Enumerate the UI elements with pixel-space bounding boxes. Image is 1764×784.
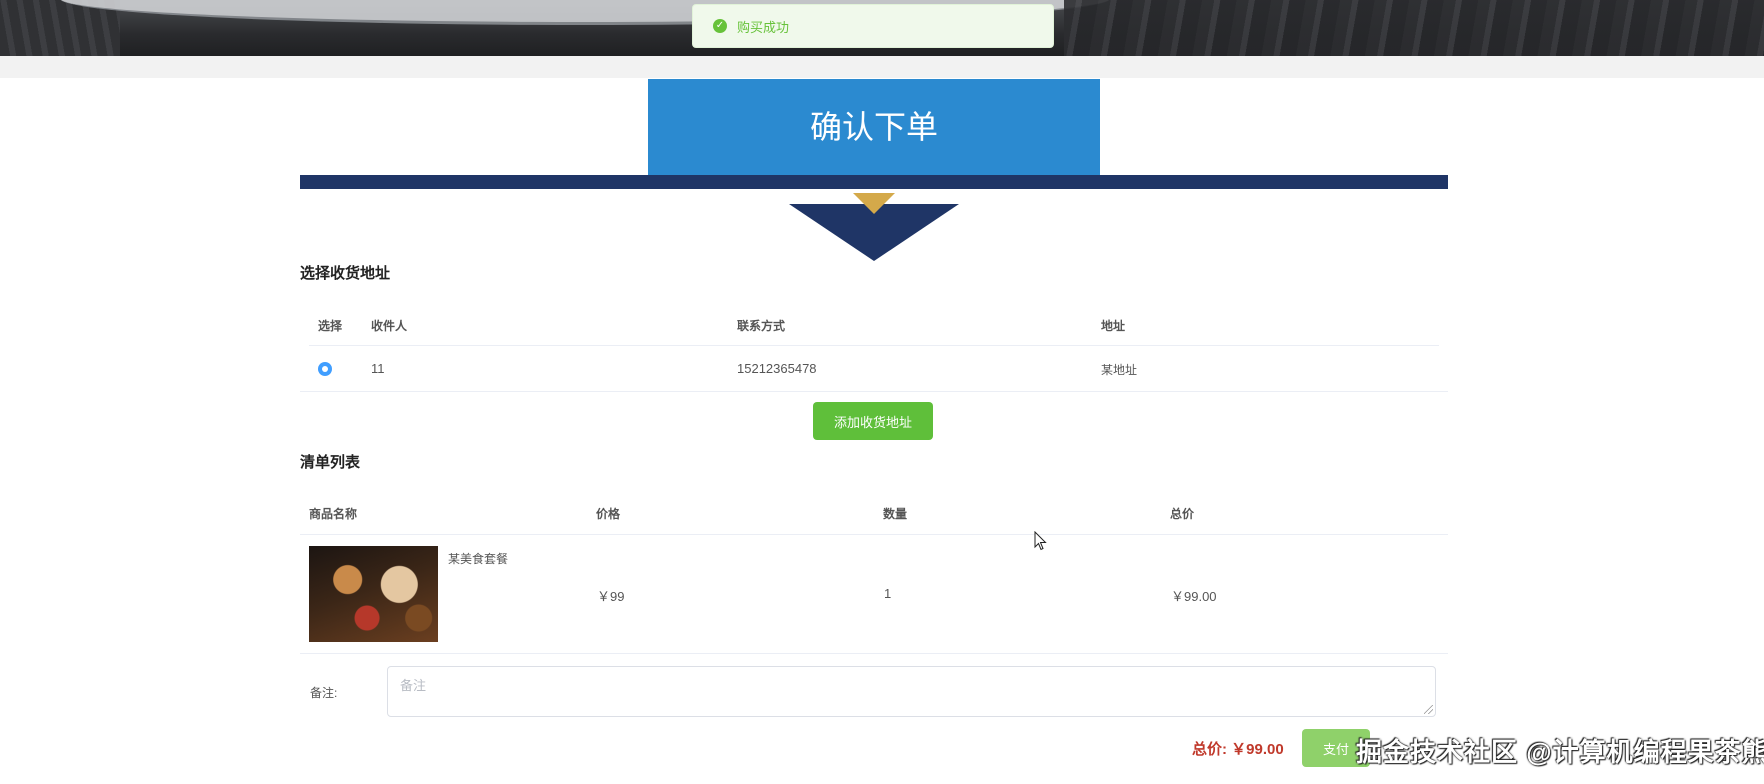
order-header-divider <box>300 534 1448 535</box>
mouse-cursor-icon <box>1034 531 1047 551</box>
food-photo <box>309 546 438 642</box>
address-header-contact: 联系方式 <box>737 319 786 333</box>
address-row-divider <box>300 391 1448 392</box>
item-subtotal: ￥99.00 <box>1171 589 1217 604</box>
address-header-recipient: 收件人 <box>371 319 408 333</box>
order-header-name: 商品名称 <box>309 507 358 521</box>
item-name: 某美食套餐 <box>448 552 509 566</box>
order-header-quantity: 数量 <box>883 507 908 521</box>
order-total: 总价: ￥99.00 <box>1192 741 1284 758</box>
address-section-title: 选择收货地址 <box>300 265 391 282</box>
address-text: 某地址 <box>1101 363 1138 377</box>
toast-message: 购买成功 <box>737 19 790 35</box>
item-price: ￥99 <box>597 589 625 604</box>
order-header-price: 价格 <box>596 507 621 521</box>
title-divider-bar <box>300 175 1448 189</box>
address-header-select: 选择 <box>318 319 343 333</box>
address-header-divider <box>309 345 1439 346</box>
header-strip <box>0 56 1764 78</box>
address-contact: 15212365478 <box>737 361 817 376</box>
page-title: 确认下单 <box>648 79 1100 175</box>
resize-handle-icon[interactable] <box>1424 705 1433 714</box>
remark-label: 备注: <box>310 686 338 700</box>
address-radio[interactable] <box>318 362 332 376</box>
order-section-title: 清单列表 <box>300 454 361 471</box>
add-address-button[interactable]: 添加收货地址 <box>813 402 933 440</box>
item-quantity: 1 <box>884 586 892 601</box>
success-toast: ✓ 购买成功 <box>692 4 1054 48</box>
order-header-subtotal: 总价 <box>1170 507 1195 521</box>
watermark-text: 掘金技术社区 @计算机编程果茶熊 <box>1356 737 1764 767</box>
check-circle-icon: ✓ <box>713 19 727 33</box>
order-row-divider <box>300 653 1448 654</box>
divider-triangle-accent <box>853 193 895 214</box>
remark-textarea[interactable] <box>387 666 1436 717</box>
address-header-address: 地址 <box>1101 319 1126 333</box>
address-recipient: 11 <box>371 361 385 376</box>
